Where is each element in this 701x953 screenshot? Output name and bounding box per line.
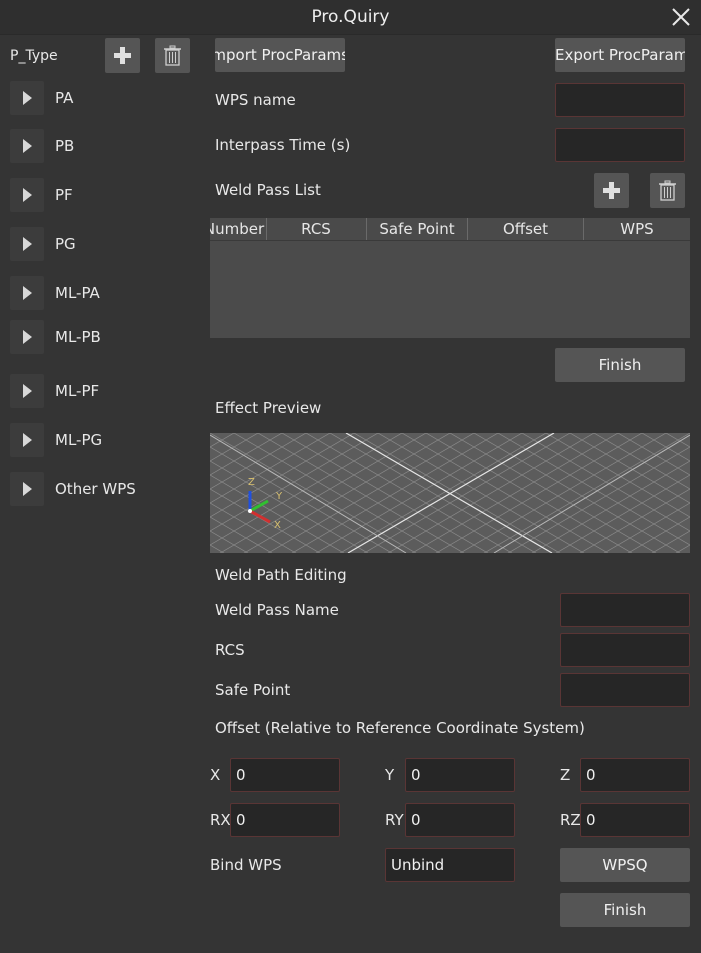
effect-preview-viewport[interactable]: Z Y X [210, 433, 690, 553]
offset-rx-label: RX [210, 811, 231, 829]
weld-path-editing-title: Weld Path Editing [215, 566, 347, 584]
interpass-time-label: Interpass Time (s) [215, 136, 351, 154]
offset-y-input[interactable]: 0 [405, 758, 515, 792]
plus-icon [603, 182, 620, 199]
offset-rz-label: RZ [560, 811, 581, 829]
offset-z-input[interactable]: 0 [580, 758, 690, 792]
path-finish-button[interactable]: Finish [560, 893, 690, 927]
plus-icon [114, 47, 131, 64]
safe-point-input[interactable] [560, 673, 690, 707]
table-header: Number RCS Safe Point Offset WPS [210, 218, 690, 241]
trash-icon [659, 180, 676, 201]
expand-pg-button[interactable] [10, 227, 44, 261]
safe-point-label: Safe Point [215, 681, 291, 699]
offset-rz-input[interactable]: 0 [580, 803, 690, 837]
column-header-safe-point[interactable]: Safe Point [367, 218, 468, 240]
delete-type-button[interactable] [155, 38, 190, 73]
sidebar-item-ml-pf[interactable]: ML-PF [55, 382, 99, 400]
caret-right-icon [23, 188, 32, 202]
offset-rx-input[interactable]: 0 [230, 803, 340, 837]
import-procparams-label: Import ProcParams [215, 46, 345, 64]
sidebar-item-ml-pb[interactable]: ML-PB [55, 328, 101, 346]
sidebar-item-pb[interactable]: PB [55, 137, 74, 155]
close-icon[interactable] [670, 6, 692, 28]
bind-wps-label: Bind WPS [210, 856, 282, 874]
weld-pass-table[interactable]: Number RCS Safe Point Offset WPS [210, 218, 690, 338]
expand-pf-button[interactable] [10, 178, 44, 212]
add-weld-pass-button[interactable] [594, 173, 629, 208]
import-procparams-button[interactable]: Import ProcParams [215, 38, 345, 72]
wps-name-label: WPS name [215, 91, 296, 109]
sidebar-item-pf[interactable]: PF [55, 186, 73, 204]
export-procparams-label: Export ProcParams [555, 46, 685, 64]
p-type-label: P_Type [10, 48, 58, 64]
delete-weld-pass-button[interactable] [650, 173, 685, 208]
offset-ry-label: RY [385, 811, 404, 829]
axis-label-x: X [274, 520, 281, 531]
expand-other-wps-button[interactable] [10, 472, 44, 506]
offset-ry-input[interactable]: 0 [405, 803, 515, 837]
weld-pass-finish-button[interactable]: Finish [555, 348, 685, 382]
column-header-wps[interactable]: WPS [584, 218, 690, 240]
offset-z-label: Z [560, 766, 571, 784]
expand-ml-pg-button[interactable] [10, 423, 44, 457]
expand-ml-pf-button[interactable] [10, 374, 44, 408]
wps-name-input[interactable] [555, 83, 685, 117]
offset-x-label: X [210, 766, 221, 784]
column-header-number[interactable]: Number [210, 218, 267, 240]
offset-title: Offset (Relative to Reference Coordinate… [215, 719, 585, 737]
bind-wps-select[interactable]: Unbind [385, 848, 515, 882]
sidebar-item-pg[interactable]: PG [55, 235, 76, 253]
offset-y-label: Y [385, 766, 395, 784]
expand-ml-pa-button[interactable] [10, 276, 44, 310]
sidebar-item-pa[interactable]: PA [55, 89, 73, 107]
weld-pass-name-label: Weld Pass Name [215, 601, 339, 619]
weld-pass-list-title: Weld Pass List [215, 181, 321, 199]
window-title: Pro.Quiry [311, 7, 390, 27]
caret-right-icon [23, 330, 32, 344]
expand-ml-pb-button[interactable] [10, 320, 44, 354]
caret-right-icon [23, 482, 32, 496]
sidebar-item-other-wps[interactable]: Other WPS [55, 480, 136, 498]
caret-right-icon [23, 286, 32, 300]
caret-right-icon [23, 139, 32, 153]
caret-right-icon [23, 384, 32, 398]
caret-right-icon [23, 91, 32, 105]
add-type-button[interactable] [105, 38, 140, 73]
sidebar-item-ml-pa[interactable]: ML-PA [55, 284, 100, 302]
rcs-label: RCS [215, 641, 245, 659]
interpass-time-input[interactable] [555, 128, 685, 162]
offset-x-input[interactable]: 0 [230, 758, 340, 792]
export-procparams-button[interactable]: Export ProcParams [555, 38, 685, 72]
trash-icon [164, 45, 181, 66]
wpsq-button[interactable]: WPSQ [560, 848, 690, 882]
column-header-rcs[interactable]: RCS [266, 218, 367, 240]
axis-label-z: Z [248, 477, 255, 488]
caret-right-icon [23, 433, 32, 447]
column-header-offset[interactable]: Offset [468, 218, 584, 240]
expand-pa-button[interactable] [10, 81, 44, 115]
expand-pb-button[interactable] [10, 129, 44, 163]
caret-right-icon [23, 237, 32, 251]
axis-label-y: Y [275, 491, 283, 502]
weld-pass-name-input[interactable] [560, 593, 690, 627]
effect-preview-title: Effect Preview [215, 399, 322, 417]
rcs-input[interactable] [560, 633, 690, 667]
sidebar-item-ml-pg[interactable]: ML-PG [55, 431, 102, 449]
